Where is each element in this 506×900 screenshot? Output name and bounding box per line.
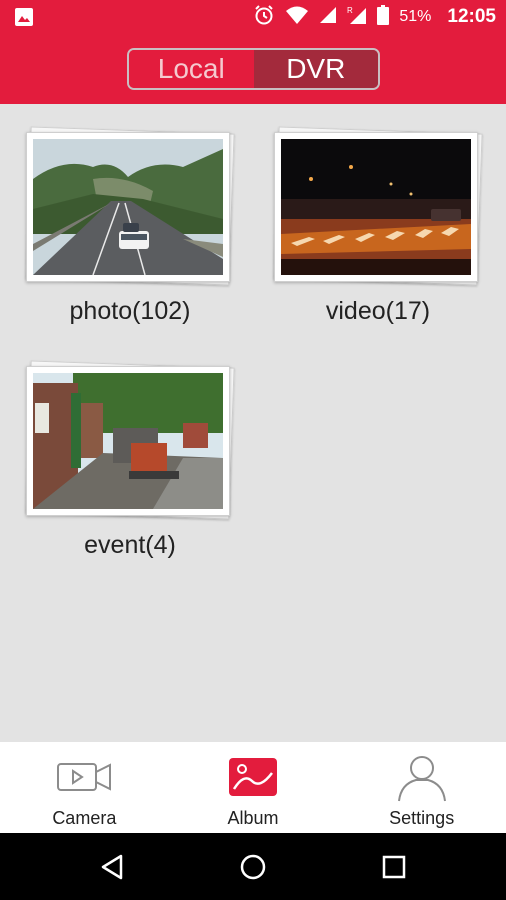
album-photo[interactable]: photo(102) [20,126,240,326]
image-notification-icon [14,7,34,27]
svg-text:R: R [347,6,353,15]
wifi-icon [285,5,309,30]
status-bar: R 51% 12:05 [0,0,506,34]
system-navigation-bar [0,833,506,900]
source-segmented-control: Local DVR [127,48,380,90]
battery-percent: 51% [399,8,432,25]
nav-album[interactable]: Album [169,742,338,833]
nav-settings[interactable]: Settings [337,742,506,833]
user-profile-icon [396,752,448,802]
signal-icon [319,6,337,29]
highway-road-photo [33,139,223,275]
album-label: video(17) [325,297,431,325]
album-label: event(4) [84,531,176,559]
video-camera-icon [55,752,113,802]
back-icon[interactable] [72,833,152,900]
segment-dvr[interactable]: DVR [253,50,378,88]
roaming-signal-icon: R [347,5,367,30]
nav-label: Settings [389,808,455,828]
album-label: photo(102) [69,297,191,325]
clock: 12:05 [447,6,496,27]
recents-icon[interactable] [354,833,434,900]
street-truck-photo [33,373,223,509]
nav-label: Album [227,808,279,828]
app-header: Local DVR [0,34,506,104]
nav-label: Camera [52,808,117,828]
battery-icon [377,4,390,30]
segment-local[interactable]: Local [129,50,254,88]
night-road-video-frame [281,139,471,275]
home-icon[interactable] [213,833,293,900]
album-image-icon [228,752,278,802]
bottom-navigation: Camera Album Settings [0,742,506,833]
nav-camera[interactable]: Camera [0,742,169,833]
album-grid: photo(102) video(17) event(4) [0,104,506,742]
album-video[interactable]: video(17) [268,126,488,326]
album-event[interactable]: event(4) [20,360,240,560]
alarm-icon [253,4,275,31]
